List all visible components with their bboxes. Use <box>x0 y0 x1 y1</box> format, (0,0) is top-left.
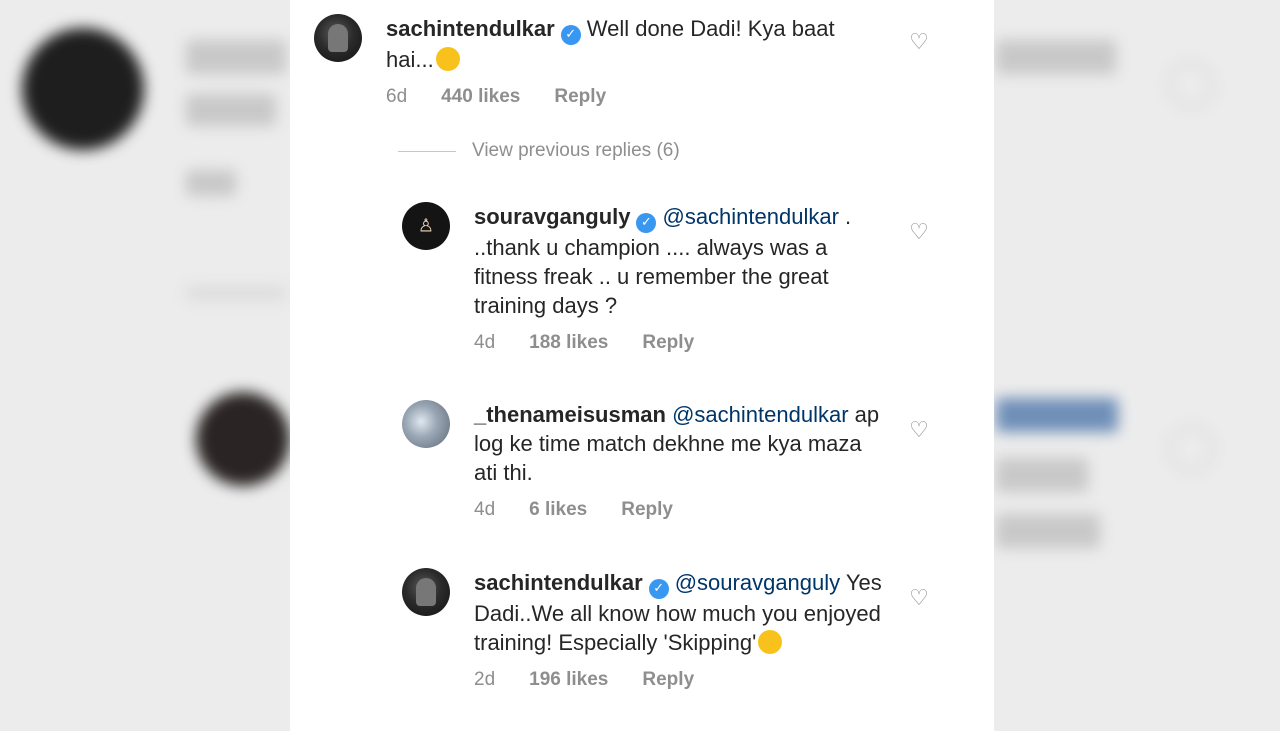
blurred-avatar <box>196 392 290 486</box>
blurred-text <box>996 458 1088 492</box>
blurred-text <box>996 40 1116 74</box>
username[interactable]: sachintendulkar <box>386 16 555 41</box>
blurred-heart <box>1168 62 1214 108</box>
blurred-text <box>186 170 236 196</box>
mention-link[interactable]: @sachintendulkar <box>672 402 848 427</box>
reply-time: 4d <box>474 499 496 520</box>
reply-body: _thenameisusman @sachintendulkar ap log … <box>474 400 884 521</box>
mention-link[interactable]: @souravganguly <box>675 570 840 595</box>
avatar[interactable] <box>314 14 362 62</box>
reply-meta: 2d 196 likes Reply <box>474 669 884 691</box>
likes-count[interactable]: 440 likes <box>441 86 520 108</box>
heart-icon[interactable]: ♡ <box>906 30 932 56</box>
divider-line <box>398 150 456 152</box>
blurred-text <box>996 514 1100 548</box>
reply-item: sachintendulkar ✓ @souravganguly Yes Dadi.… <box>402 568 884 691</box>
reply-body: souravganguly ✓ @sachintendulkar . ..thank… <box>474 202 884 354</box>
likes-count[interactable]: 6 likes <box>529 499 587 521</box>
reply-text-block: sachintendulkar ✓ @souravganguly Yes Dadi.… <box>474 568 884 657</box>
reply-text-block: souravganguly ✓ @sachintendulkar . ..thank… <box>474 202 884 320</box>
heart-icon[interactable]: ♡ <box>906 418 932 444</box>
view-previous-replies-button[interactable]: View previous replies (6) <box>398 140 680 162</box>
blurred-text <box>186 40 286 74</box>
blurred-text <box>996 398 1118 432</box>
comment-body: sachintendulkar ✓ Well done Dadi! Kya baat… <box>386 14 876 108</box>
avatar-photo <box>328 24 348 52</box>
reply-text-block: _thenameisusman @sachintendulkar ap log … <box>474 400 884 487</box>
verified-badge-icon: ✓ <box>560 25 581 45</box>
reply-item: ♙ souravganguly ✓ @sachintendulkar . ..tha… <box>402 202 884 354</box>
comment-item: sachintendulkar ✓ Well done Dadi! Kya baat… <box>314 14 876 108</box>
likes-count[interactable]: 196 likes <box>529 669 608 691</box>
likes-count[interactable]: 188 likes <box>529 332 608 354</box>
reply-button[interactable]: Reply <box>621 499 673 521</box>
comment-text-block: sachintendulkar ✓ Well done Dadi! Kya baat… <box>386 14 876 74</box>
blurred-avatar <box>22 28 144 150</box>
tongue-emoji-icon <box>758 630 783 654</box>
blurred-heart <box>1168 426 1214 472</box>
comment-time: 6d <box>386 86 408 107</box>
comments-panel: sachintendulkar ✓ Well done Dadi! Kya baat… <box>290 0 994 731</box>
view-previous-replies-label: View previous replies (6) <box>472 140 680 161</box>
avatar-photo <box>416 578 436 606</box>
heart-icon[interactable]: ♡ <box>906 220 932 246</box>
verified-badge-icon: ✓ <box>648 579 669 599</box>
avatar[interactable] <box>402 568 450 616</box>
wink-emoji-icon <box>435 47 460 71</box>
reply-time: 4d <box>474 332 496 353</box>
blurred-text <box>186 94 276 126</box>
username[interactable]: souravganguly <box>474 204 630 229</box>
avatar[interactable]: ♙ <box>402 202 450 250</box>
reply-button[interactable]: Reply <box>642 669 694 691</box>
mention-link[interactable]: @sachintendulkar <box>662 204 838 229</box>
avatar[interactable] <box>402 400 450 448</box>
reply-meta: 4d 6 likes Reply <box>474 499 884 521</box>
verified-badge-icon: ✓ <box>636 213 657 233</box>
username[interactable]: sachintendulkar <box>474 570 643 595</box>
comment-meta: 6d 440 likes Reply <box>386 86 876 108</box>
username[interactable]: _thenameisusman <box>474 402 666 427</box>
avatar-figure-icon: ♙ <box>417 215 435 237</box>
reply-item: _thenameisusman @sachintendulkar ap log … <box>402 400 884 521</box>
reply-time: 2d <box>474 669 496 690</box>
heart-icon[interactable]: ♡ <box>906 586 932 612</box>
reply-body: sachintendulkar ✓ @souravganguly Yes Dadi.… <box>474 568 884 691</box>
reply-meta: 4d 188 likes Reply <box>474 332 884 354</box>
reply-button[interactable]: Reply <box>642 332 694 354</box>
blurred-text <box>186 286 286 300</box>
reply-button[interactable]: Reply <box>554 86 606 108</box>
